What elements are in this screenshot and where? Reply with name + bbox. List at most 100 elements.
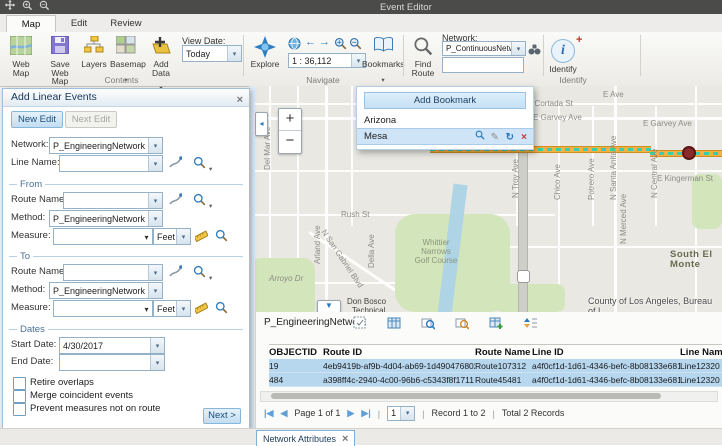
- close-panel-icon[interactable]: [237, 90, 243, 108]
- dropdown-arrow-icon[interactable]: [511, 42, 525, 55]
- dropdown-arrow-icon[interactable]: [148, 283, 162, 298]
- from-method-select[interactable]: P_EngineeringNetwork: [49, 210, 163, 227]
- column-header[interactable]: Route Name: [475, 347, 532, 358]
- identify-button[interactable]: i: [551, 39, 575, 63]
- selection-options-icon[interactable]: [353, 316, 367, 335]
- find-route-button[interactable]: Find Route: [407, 36, 439, 77]
- from-measure-combo[interactable]: [53, 228, 153, 245]
- attribute-table-icon[interactable]: [387, 316, 401, 335]
- page-select[interactable]: 1: [387, 406, 415, 421]
- column-header[interactable]: Line ID: [532, 347, 680, 358]
- chevron-down-icon[interactable]: [209, 158, 212, 176]
- tab-edit[interactable]: Edit: [58, 15, 100, 32]
- first-page-icon[interactable]: |◀: [264, 408, 273, 419]
- collapse-table-button[interactable]: ▼: [317, 300, 341, 312]
- bookmark-item-arizona[interactable]: Arizona: [357, 113, 533, 128]
- network-select[interactable]: P_EngineeringNetwork: [49, 137, 163, 154]
- measure-on-map-icon[interactable]: [195, 229, 208, 247]
- zoom-to-route-icon[interactable]: [193, 265, 206, 283]
- measure-on-map-icon[interactable]: [195, 301, 208, 319]
- last-page-icon[interactable]: ▶|: [361, 408, 370, 419]
- binoculars-icon[interactable]: [528, 42, 541, 60]
- dropdown-arrow-icon[interactable]: [141, 304, 152, 314]
- web-map-button[interactable]: Web Map: [3, 36, 39, 77]
- bookmark-item-mesa[interactable]: Mesa ✎ ↻ ×: [357, 128, 533, 145]
- explore-button[interactable]: Explore: [247, 36, 283, 69]
- column-header[interactable]: Route ID: [323, 347, 475, 358]
- table-layer-tab[interactable]: P_EngineeringNetwork: [264, 317, 366, 328]
- zoom-to-line-icon[interactable]: [193, 156, 206, 174]
- to-route-name-select[interactable]: [63, 264, 163, 281]
- find-route-value-input[interactable]: [442, 57, 524, 73]
- dropdown-arrow-icon[interactable]: [227, 46, 241, 61]
- zoom-to-bookmark-icon[interactable]: [475, 130, 485, 145]
- dropdown-arrow-icon[interactable]: [400, 407, 414, 420]
- end-date-select[interactable]: [59, 354, 165, 371]
- zoom-to-selection-icon[interactable]: [421, 316, 435, 335]
- add-data-button[interactable]: Add Data: [144, 36, 178, 95]
- dropdown-arrow-icon[interactable]: [148, 156, 162, 171]
- add-identify-icon[interactable]: +: [576, 34, 582, 46]
- collapse-panel-left-button[interactable]: ◂: [255, 112, 268, 136]
- start-date-select[interactable]: 4/30/2017: [59, 337, 165, 354]
- route-point-marker[interactable]: [682, 146, 696, 160]
- refresh-bookmark-icon[interactable]: ↻: [506, 130, 514, 145]
- close-tab-icon[interactable]: [342, 432, 348, 446]
- next-extent-icon[interactable]: →: [319, 36, 330, 49]
- dropdown-arrow-icon[interactable]: [150, 338, 164, 353]
- pan-to-selection-icon[interactable]: [455, 316, 469, 335]
- chevron-down-icon[interactable]: [209, 267, 212, 285]
- previous-page-icon[interactable]: ◀: [280, 408, 287, 419]
- delete-bookmark-icon[interactable]: ×: [521, 130, 527, 145]
- zoom-to-measure-icon[interactable]: [215, 301, 228, 319]
- add-bookmark-button[interactable]: Add Bookmark: [364, 92, 526, 109]
- retire-overlaps-checkbox[interactable]: [13, 377, 26, 390]
- table-row[interactable]: 19 4eb9419b-af9b-4d04-ab69-1d490476802b …: [269, 359, 722, 373]
- scrollbar-thumb[interactable]: [271, 393, 661, 399]
- next-button[interactable]: Next >: [203, 408, 241, 424]
- map-zoom-in-button[interactable]: +: [279, 109, 301, 131]
- map-scale-select[interactable]: 1 : 36,112: [288, 53, 366, 68]
- dropdown-arrow-icon[interactable]: [148, 211, 162, 226]
- chevron-down-icon[interactable]: [209, 195, 212, 213]
- dropdown-arrow-icon[interactable]: [150, 355, 164, 370]
- identify-icon: i: [561, 43, 565, 58]
- to-measure-combo[interactable]: [53, 300, 153, 317]
- pick-route-on-map-icon[interactable]: [169, 265, 182, 283]
- edit-bookmark-icon[interactable]: ✎: [491, 130, 499, 145]
- column-header[interactable]: OBJECTID: [269, 347, 323, 358]
- sort-records-icon[interactable]: [523, 316, 537, 335]
- layers-button[interactable]: Layers: [80, 36, 108, 69]
- table-row[interactable]: 484 a398ff4c-2940-4c00-96b6-c5343f8f1711…: [269, 373, 722, 387]
- from-measure-label: Measure:: [11, 228, 51, 243]
- dropdown-arrow-icon[interactable]: [148, 193, 162, 208]
- next-page-icon[interactable]: ▶: [347, 408, 354, 419]
- map-zoom-out-button[interactable]: −: [279, 131, 301, 152]
- horizontal-scrollbar[interactable]: [260, 391, 718, 402]
- from-measure-unit-select[interactable]: Feet: [153, 228, 191, 245]
- prevent-measures-checkbox[interactable]: [13, 403, 26, 416]
- new-edit-button[interactable]: New Edit: [11, 111, 63, 128]
- column-header[interactable]: Line Name: [680, 347, 722, 358]
- to-measure-unit-select[interactable]: Feet: [153, 300, 191, 317]
- tab-review[interactable]: Review: [102, 15, 150, 32]
- map-park: [255, 258, 315, 312]
- zoom-to-route-icon[interactable]: [193, 193, 206, 211]
- zoom-to-measure-icon[interactable]: [215, 229, 228, 247]
- add-to-attribute-set-icon[interactable]: [489, 316, 503, 335]
- to-method-select[interactable]: P_EngineeringNetwork: [49, 282, 163, 299]
- dropdown-arrow-icon[interactable]: [148, 265, 162, 280]
- merge-coincident-checkbox[interactable]: [13, 390, 26, 403]
- view-date-select[interactable]: Today: [182, 45, 242, 62]
- next-edit-button[interactable]: Next Edit: [65, 111, 117, 128]
- previous-extent-icon[interactable]: ←: [305, 36, 316, 49]
- from-route-name-select[interactable]: [63, 192, 163, 209]
- find-route-network-select[interactable]: P_ContinuousNetwork: [442, 41, 526, 56]
- pick-line-on-map-icon[interactable]: [169, 156, 182, 174]
- dropdown-arrow-icon[interactable]: [141, 232, 152, 242]
- dropdown-arrow-icon[interactable]: [176, 301, 190, 316]
- pick-route-on-map-icon[interactable]: [169, 193, 182, 211]
- line-name-select[interactable]: [59, 155, 163, 172]
- dropdown-arrow-icon[interactable]: [176, 229, 190, 244]
- dropdown-arrow-icon[interactable]: [148, 138, 162, 153]
